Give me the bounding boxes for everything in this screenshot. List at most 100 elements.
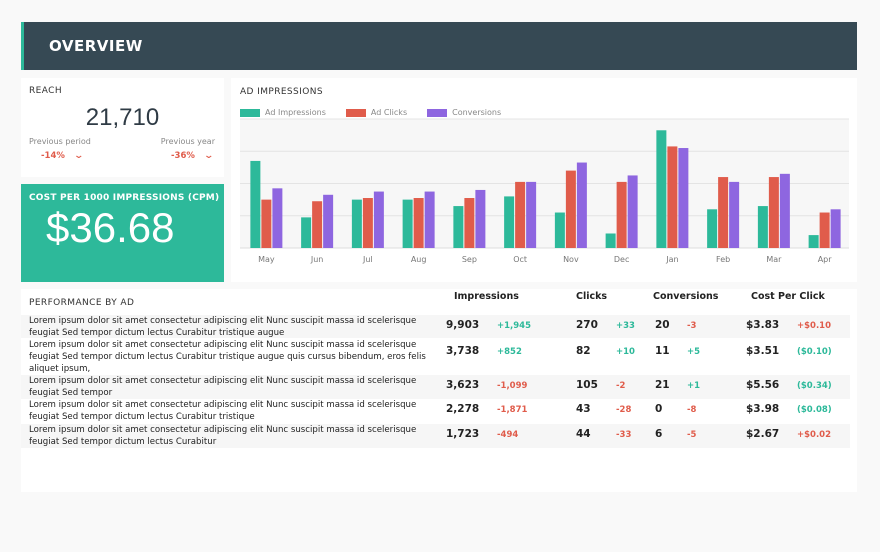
clicks-value: 105 xyxy=(576,379,598,391)
performance-title: PERFORMANCE BY AD xyxy=(29,298,135,308)
legend-item-impressions[interactable]: Ad Impressions xyxy=(240,108,326,117)
cpc-change: ($0.34) xyxy=(797,381,832,391)
bar-conversions-nov[interactable] xyxy=(576,162,587,248)
x-tick-label: Mar xyxy=(766,255,782,264)
bar-ad-impressions-aug[interactable] xyxy=(402,199,413,248)
clicks-change: -2 xyxy=(616,381,626,391)
bar-ad-impressions-feb[interactable] xyxy=(707,209,718,248)
bar-conversions-apr[interactable] xyxy=(830,209,841,248)
reach-card: REACH 21,710 Previous period Previous ye… xyxy=(21,78,224,177)
clicks-change: -28 xyxy=(616,405,632,415)
cpc-change: +$0.02 xyxy=(797,430,832,440)
bar-conversions-oct[interactable] xyxy=(526,181,537,248)
table-row[interactable]: Lorem ipsum dolor sit amet consectetur a… xyxy=(21,315,850,338)
bar-ad-impressions-sep[interactable] xyxy=(453,206,464,248)
bar-ad-impressions-jul[interactable] xyxy=(351,199,362,248)
bar-ad-clicks-nov[interactable] xyxy=(565,170,576,248)
table-row[interactable]: Lorem ipsum dolor sit amet consectetur a… xyxy=(21,399,850,423)
bar-ad-impressions-mar[interactable] xyxy=(757,206,768,248)
clicks-change: -33 xyxy=(616,430,632,440)
table-row[interactable]: Lorem ipsum dolor sit amet consectetur a… xyxy=(21,424,850,448)
bar-ad-impressions-dec[interactable] xyxy=(605,233,616,248)
bar-ad-clicks-dec[interactable] xyxy=(616,181,627,248)
bar-conversions-jun[interactable] xyxy=(323,194,334,248)
x-tick-label: Dec xyxy=(614,255,629,264)
bar-conversions-aug[interactable] xyxy=(424,191,435,248)
column-header-conversions[interactable]: Conversions xyxy=(653,291,718,302)
clicks-value: 44 xyxy=(576,428,591,440)
ad-description: Lorem ipsum dolor sit amet consectetur a… xyxy=(29,316,417,338)
conversions-change: +1 xyxy=(687,381,701,391)
bar-ad-clicks-jan[interactable] xyxy=(667,146,678,248)
clicks-change: +33 xyxy=(616,321,635,331)
bar-conversions-dec[interactable] xyxy=(627,175,638,248)
chart-legend: Ad Impressions Ad Clicks Conversions xyxy=(240,108,521,117)
legend-swatch-impressions xyxy=(240,108,260,117)
cpc-value: $3.51 xyxy=(746,345,780,357)
clicks-value: 270 xyxy=(576,319,598,331)
legend-swatch-clicks xyxy=(345,108,366,117)
conversions-change: +5 xyxy=(687,347,701,357)
previous-period-label: Previous period xyxy=(29,137,91,146)
legend-item-conversions[interactable]: Conversions xyxy=(427,108,501,117)
bar-ad-impressions-jun[interactable] xyxy=(301,217,312,248)
clicks-value: 43 xyxy=(576,403,591,415)
clicks-value: 82 xyxy=(576,345,591,357)
cpm-value: $36.68 xyxy=(46,204,175,251)
bar-ad-clicks-jul[interactable] xyxy=(362,198,373,248)
bar-conversions-feb[interactable] xyxy=(729,181,740,248)
previous-period-change-value: -14% xyxy=(41,151,65,161)
bar-ad-clicks-oct[interactable] xyxy=(515,181,526,248)
x-tick-label: Oct xyxy=(513,255,527,264)
bar-ad-impressions-nov[interactable] xyxy=(554,212,565,248)
performance-by-ad-panel: PERFORMANCE BY AD Impressions Clicks Con… xyxy=(21,289,857,492)
bar-ad-impressions-jan[interactable] xyxy=(656,130,667,248)
cpc-change: +$0.10 xyxy=(797,321,832,331)
conversions-value: 21 xyxy=(655,379,670,391)
x-tick-label: Jul xyxy=(362,255,373,264)
bar-conversions-sep[interactable] xyxy=(475,189,486,248)
impressions-value: 3,623 xyxy=(446,379,480,391)
impressions-value: 2,278 xyxy=(446,403,480,415)
impressions-value: 9,903 xyxy=(446,319,480,331)
reach-label: REACH xyxy=(29,86,62,96)
bar-conversions-jul[interactable] xyxy=(373,191,384,248)
chevron-down-icon: ⌄ xyxy=(73,151,84,161)
column-header-impressions[interactable]: Impressions xyxy=(454,291,519,302)
cpc-value: $2.67 xyxy=(746,428,780,440)
bar-conversions-may[interactable] xyxy=(272,188,283,248)
column-header-clicks[interactable]: Clicks xyxy=(576,291,607,302)
bar-conversions-mar[interactable] xyxy=(779,173,790,248)
previous-year-change-value: -36% xyxy=(171,151,195,161)
x-tick-label: Aug xyxy=(411,255,427,264)
legend-label: Conversions xyxy=(452,108,502,117)
bar-ad-impressions-apr[interactable] xyxy=(808,235,819,248)
reach-value: 21,710 xyxy=(85,104,160,131)
x-tick-label: May xyxy=(258,255,275,264)
bar-ad-clicks-feb[interactable] xyxy=(718,177,729,248)
legend-label: Ad Clicks xyxy=(370,108,408,117)
bar-ad-clicks-jun[interactable] xyxy=(312,201,323,248)
legend-item-clicks[interactable]: Ad Clicks xyxy=(345,108,408,117)
bar-ad-clicks-apr[interactable] xyxy=(819,212,830,248)
column-header-cost-per-click[interactable]: Cost Per Click xyxy=(751,291,825,302)
bar-ad-impressions-may[interactable] xyxy=(250,160,261,248)
bar-ad-impressions-oct[interactable] xyxy=(504,196,515,248)
previous-year-label: Previous year xyxy=(160,137,215,146)
conversions-change: -8 xyxy=(687,405,697,415)
legend-swatch-conversions xyxy=(427,108,448,117)
impressions-change: -1,871 xyxy=(497,405,528,415)
bar-ad-clicks-sep[interactable] xyxy=(464,198,475,248)
x-tick-label: Nov xyxy=(563,255,579,264)
x-tick-label: Jan xyxy=(665,255,678,264)
bar-ad-clicks-may[interactable] xyxy=(261,199,272,248)
bar-conversions-jan[interactable] xyxy=(678,148,689,248)
cpm-card: COST PER 1000 IMPRESSIONS (CPM) $36.68 xyxy=(21,184,224,282)
ad-description: Lorem ipsum dolor sit amet consectetur a… xyxy=(29,400,417,422)
table-row[interactable]: Lorem ipsum dolor sit amet consectetur a… xyxy=(21,375,850,399)
impressions-value: 1,723 xyxy=(446,428,480,440)
bar-ad-clicks-aug[interactable] xyxy=(413,198,424,248)
conversions-change: -3 xyxy=(687,321,697,331)
table-row[interactable]: Lorem ipsum dolor sit amet consectetur a… xyxy=(21,339,850,375)
bar-ad-clicks-mar[interactable] xyxy=(768,177,779,248)
